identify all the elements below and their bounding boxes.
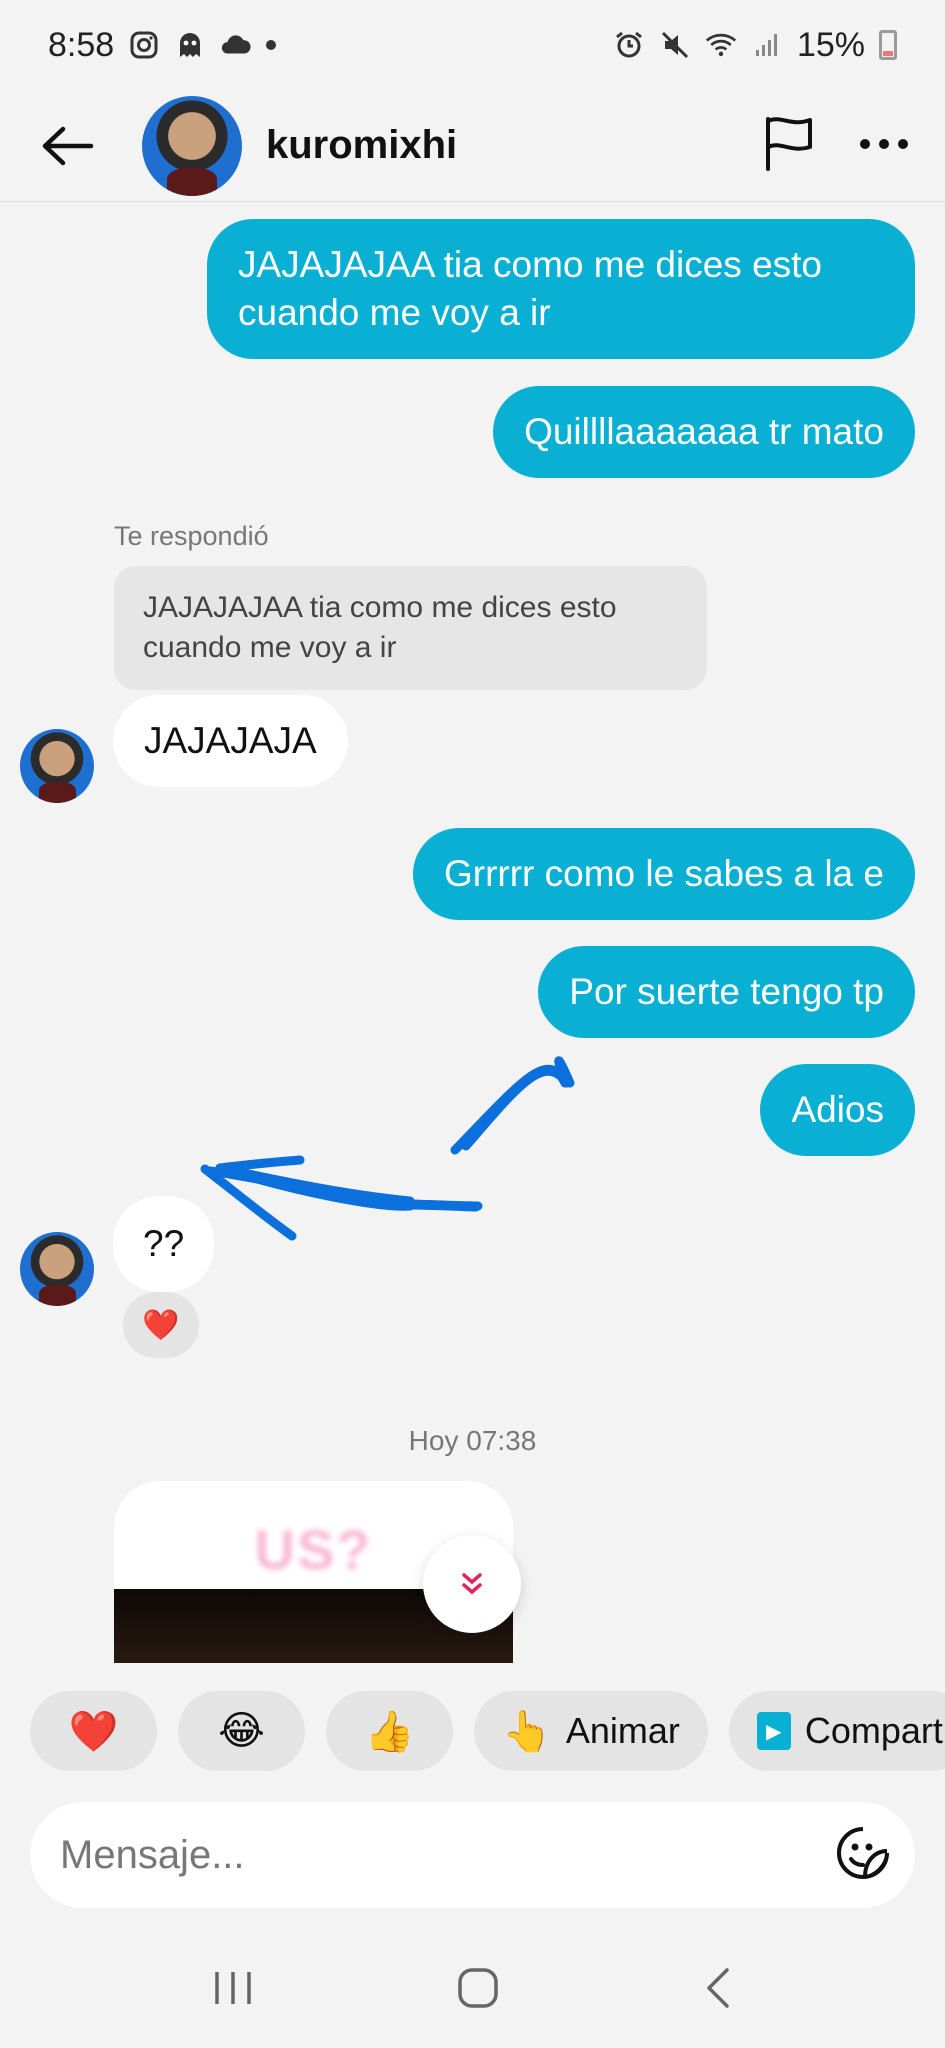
chevron-down-icon	[462, 1573, 482, 1595]
home-button[interactable]	[456, 1966, 500, 2015]
quick-reactions: ❤️ 😂 👍 👆 Animar ▶ Compart	[30, 1691, 945, 1771]
sender-avatar[interactable]	[20, 1232, 94, 1306]
report-button[interactable]	[763, 115, 815, 176]
pointing-hand-icon: 👆	[502, 1709, 552, 1754]
more-icon	[860, 138, 908, 149]
recent-apps-button[interactable]	[211, 1968, 255, 2013]
system-nav-bar	[0, 1940, 945, 2040]
scroll-to-bottom-button[interactable]	[423, 1535, 521, 1633]
sticker-icon	[837, 1826, 889, 1879]
battery-percent: 15%	[796, 25, 865, 64]
message-out[interactable]: Adios	[760, 1064, 915, 1156]
quick-reaction-heart[interactable]: ❤️	[30, 1691, 157, 1771]
flag-icon	[766, 117, 812, 171]
nav-back-icon	[706, 1967, 729, 2008]
message-out[interactable]: Quillllaaaaaaa tr mato	[493, 386, 915, 478]
heart-icon: ❤️	[68, 1709, 119, 1754]
cloud-icon	[220, 29, 252, 61]
quick-reaction-thumbs-up[interactable]: 👍	[326, 1691, 453, 1771]
chip-label: Compart	[804, 1710, 943, 1751]
home-icon	[457, 1967, 498, 2008]
chat-username[interactable]: kuromixhi	[266, 123, 457, 168]
notification-dot-icon	[266, 40, 277, 50]
message-out[interactable]: Por suerte tengo tp	[538, 946, 915, 1038]
reply-quote[interactable]: JAJAJAJAA tia como me dices esto cuando …	[114, 566, 707, 690]
avatar[interactable]	[142, 95, 242, 196]
status-bar: 8:58 15%	[0, 0, 945, 90]
message-composer	[30, 1802, 915, 1908]
play-icon: ▶	[756, 1712, 791, 1750]
chat-header: kuromixhi	[0, 90, 945, 202]
recent-apps-icon	[214, 1971, 251, 2004]
quick-reaction-share[interactable]: ▶ Compart	[728, 1691, 945, 1771]
mute-icon	[659, 29, 691, 61]
ghost-icon	[174, 29, 206, 61]
sender-avatar[interactable]	[20, 729, 94, 803]
quick-reaction-laugh[interactable]: 😂	[178, 1691, 305, 1771]
reply-label: Te respondió	[114, 521, 269, 551]
message-input[interactable]	[60, 1832, 835, 1878]
message-in[interactable]: ??	[113, 1196, 215, 1292]
back-arrow-icon	[42, 126, 94, 165]
thumbs-up-icon: 👍	[364, 1709, 415, 1754]
nav-back-button[interactable]	[701, 1966, 735, 2015]
message-out[interactable]: Grrrrr como le sabes a la e	[412, 828, 915, 920]
quick-reaction-animar[interactable]: 👆 Animar	[474, 1691, 708, 1771]
back-button[interactable]	[36, 114, 100, 178]
laugh-emoji-icon: 😂	[218, 1709, 265, 1753]
chip-label: Animar	[565, 1710, 680, 1751]
signal-icon	[751, 29, 783, 61]
message-reaction[interactable]: ❤️	[123, 1292, 199, 1358]
status-time: 8:58	[48, 25, 115, 64]
instagram-icon	[128, 29, 160, 61]
timestamp: Hoy 07:38	[408, 1425, 537, 1456]
more-button[interactable]	[859, 137, 909, 155]
message-out[interactable]: JAJAJAJAA tia como me dices esto cuando …	[207, 219, 915, 359]
sticker-button[interactable]	[835, 1825, 891, 1886]
wifi-icon	[705, 29, 737, 61]
alarm-icon	[613, 29, 645, 61]
message-in[interactable]: JAJAJAJA	[113, 695, 348, 787]
battery-icon	[879, 30, 897, 60]
message-list[interactable]: JAJAJAJAA tia como me dices esto cuando …	[0, 203, 945, 1663]
